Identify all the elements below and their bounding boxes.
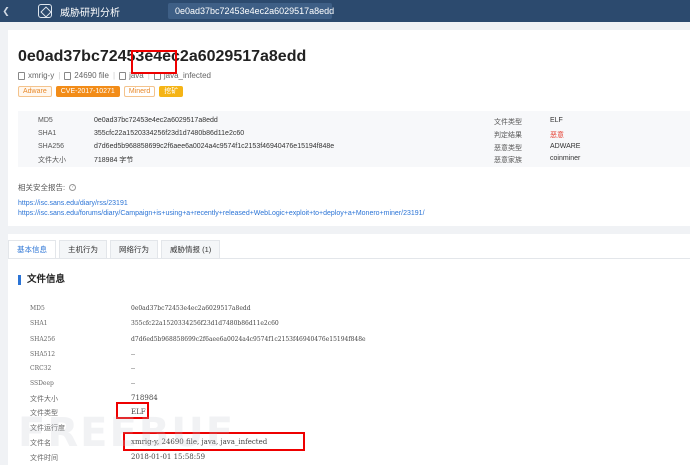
meta-type: 24690 file: [74, 71, 109, 80]
verdict-value: 恶意: [550, 132, 564, 139]
file-info-row: SSDeep --: [30, 380, 136, 387]
file-icon: [64, 71, 72, 80]
tab-basic-info[interactable]: 基本信息: [8, 240, 56, 259]
chevron-left-icon[interactable]: ❮: [0, 0, 12, 22]
section-title: 文件信息: [18, 275, 65, 285]
summary-row: SHA1 355cfc22a1520334256f23d1d7480b86d11e…: [38, 130, 245, 137]
file-info-row: SHA512 --: [30, 351, 136, 358]
top-bar: ❮ 威胁研判分析 0e0ad37bc72453e4ec2a6029517a8ed…: [0, 0, 690, 22]
file-icon: [18, 71, 25, 80]
file-info-row: 文件大小 718984: [30, 394, 158, 403]
tabs-divider: [8, 258, 690, 259]
meta-name: xmrig-y: [28, 71, 55, 80]
summary-row: 判定结果 恶意: [494, 132, 564, 139]
reports-label: 相关安全报告: ?: [18, 182, 77, 193]
sample-header-card: 0e0ad37bc72453e4ec2a6029517a8edd xmrig-y…: [8, 30, 690, 226]
file-info-row: SHA256 d7d6ed5b968858699c2f6aee6a0024a4c9…: [30, 336, 366, 343]
tag-cve[interactable]: CVE-2017-10271: [55, 86, 120, 97]
search-input[interactable]: 0e0ad37bc72453e4ec2a6029517a8edd: [168, 3, 334, 19]
tab-bar: 基本信息 主机行为 网络行为 威胁情报 (1): [8, 240, 223, 259]
tag-mining[interactable]: 挖矿: [159, 86, 184, 97]
annotation-box: [131, 50, 177, 74]
summary-row: 恶意家族 coinminer: [494, 155, 581, 164]
summary-row: 恶意类型 ADWARE: [494, 143, 581, 152]
watermark: FREEBUF: [18, 410, 236, 456]
help-icon[interactable]: ?: [69, 184, 77, 191]
file-info-row: CRC32 --: [30, 365, 136, 372]
tag-adware[interactable]: Adware: [18, 86, 52, 97]
summary-row: 文件大小 718984 字节: [38, 157, 134, 164]
app-title: 威胁研判分析: [60, 7, 120, 19]
file-info-row: SHA1 355cfc22a1520334256f23d1d7480b86d11e…: [30, 320, 279, 327]
tab-host-behavior[interactable]: 主机行为: [59, 240, 107, 259]
summary-row: MD5 0e0ad37bc72453e4ec2a6029517a8edd: [38, 117, 218, 124]
file-icon: [119, 71, 127, 80]
summary-row: 文件类型 ELF: [494, 117, 563, 126]
summary-row: SHA256 d7d6ed5b968858699c2f6aee6a0024a4c9…: [38, 143, 335, 150]
app-logo-icon: [38, 4, 52, 18]
sample-meta: xmrig-y | 24690 file | java | java_infec…: [18, 71, 211, 80]
file-info-row: MD5 0e0ad37bc72453e4ec2a6029517a8edd: [30, 305, 251, 312]
tab-network-behavior[interactable]: 网络行为: [110, 240, 158, 259]
report-link[interactable]: https://isc.sans.edu/diary/rss/23191: [18, 200, 128, 207]
tab-threat-intel[interactable]: 威胁情报 (1): [161, 240, 221, 259]
tag-list: Adware CVE-2017-10271 Minerd 挖矿: [18, 86, 187, 97]
tag-minerd[interactable]: Minerd: [123, 86, 156, 97]
file-summary-panel: MD5 0e0ad37bc72453e4ec2a6029517a8edd SHA1…: [18, 111, 690, 167]
report-link[interactable]: https://isc.sans.edu/forums/diary/Campai…: [18, 210, 425, 217]
